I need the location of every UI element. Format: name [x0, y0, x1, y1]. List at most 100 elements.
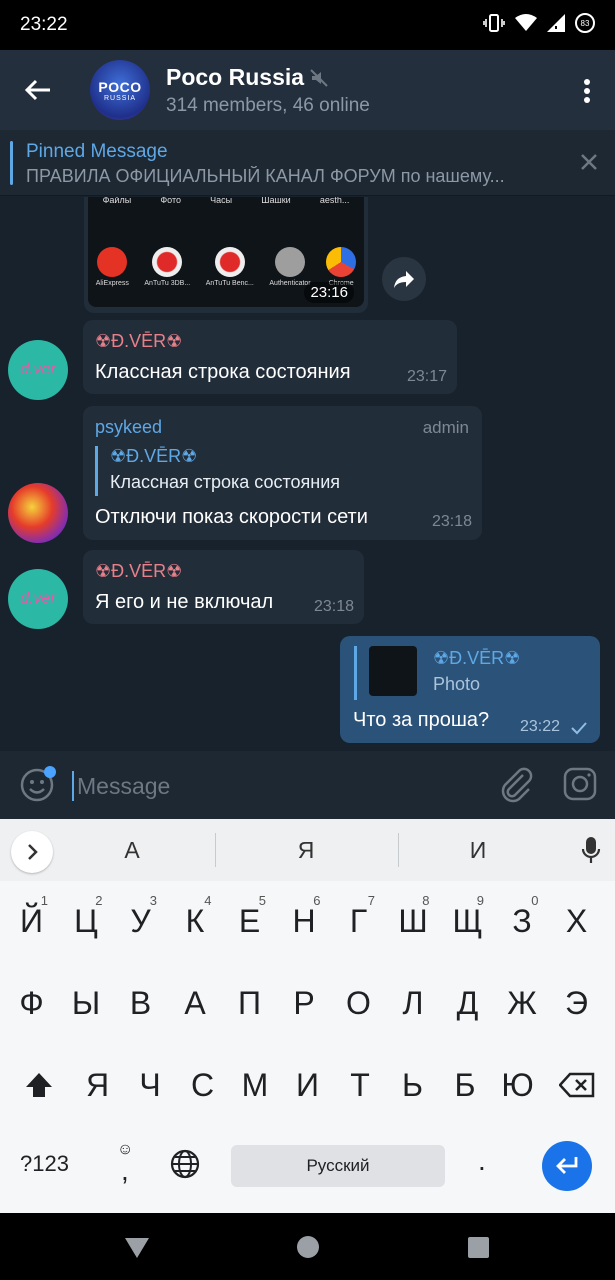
- photo-app: Authenticator: [269, 247, 311, 287]
- message-input[interactable]: Message: [77, 773, 170, 800]
- letter-key[interactable]: Я: [71, 1045, 124, 1125]
- letter-key[interactable]: Ы: [60, 963, 113, 1043]
- share-button[interactable]: [382, 257, 426, 301]
- instagram-camera-icon: [563, 767, 597, 801]
- shift-key[interactable]: [12, 1045, 65, 1125]
- sender-avatar[interactable]: [8, 483, 68, 543]
- camera-button[interactable]: [563, 767, 597, 806]
- suggestion-strip: А Я И: [0, 819, 615, 881]
- letter-key[interactable]: Г7: [332, 881, 385, 961]
- letter-key[interactable]: В: [114, 963, 167, 1043]
- letter-key[interactable]: И: [281, 1045, 334, 1125]
- more-options-button[interactable]: [583, 78, 591, 109]
- letter-key[interactable]: Ь: [386, 1045, 439, 1125]
- chat-title[interactable]: Poco Russia: [166, 64, 328, 91]
- key-number-hint: 9: [476, 893, 484, 908]
- share-arrow-icon: [394, 271, 414, 288]
- letter-key[interactable]: Ш8: [387, 881, 440, 961]
- reply-sender: ☢Đ.VĒR☢: [433, 648, 521, 668]
- reply-quote[interactable]: ☢Đ.VĒR☢ Photo: [354, 646, 584, 700]
- toolbar-expand-button[interactable]: [11, 831, 53, 873]
- nav-back-button[interactable]: [124, 1237, 150, 1264]
- letter-key[interactable]: С: [176, 1045, 229, 1125]
- letter-key[interactable]: П: [223, 963, 276, 1043]
- sender-avatar[interactable]: d.ver: [8, 569, 68, 629]
- photo-app-labels-top: Файлы Фото Часы Шашки aesth...: [88, 197, 364, 205]
- message-bubble[interactable]: ☢Đ.VĒR☢ Я его и не включал 23:18: [83, 550, 364, 624]
- letter-key[interactable]: О: [332, 963, 385, 1043]
- suggestion[interactable]: Я: [256, 837, 356, 864]
- pinned-title: Pinned Message: [26, 141, 168, 162]
- letter-key[interactable]: У3: [114, 881, 167, 961]
- comma-key[interactable]: ☺ ,: [108, 1141, 142, 1191]
- battery-level: 83: [580, 18, 590, 28]
- letter-key[interactable]: Б: [439, 1045, 492, 1125]
- message-bubble[interactable]: psykeed admin ☢Đ.VĒR☢ Классная строка со…: [83, 406, 482, 540]
- photo-message[interactable]: Файлы Фото Часы Шашки aesth... AliExpres…: [84, 197, 368, 313]
- suggestion-divider: [398, 833, 399, 867]
- key-label: С: [190, 1066, 215, 1103]
- notification-dot: [44, 766, 56, 778]
- outgoing-message-bubble[interactable]: ☢Đ.VĒR☢ Photo Что за проша? 23:22: [340, 636, 600, 743]
- letter-key[interactable]: Ф: [5, 963, 58, 1043]
- space-key[interactable]: Русский: [231, 1145, 445, 1187]
- nav-home-button[interactable]: [297, 1236, 319, 1258]
- letter-key[interactable]: Н6: [278, 881, 331, 961]
- chat-avatar[interactable]: POCO RUSSIA: [90, 60, 150, 120]
- message-time: 23:17: [406, 368, 447, 385]
- message-list[interactable]: Файлы Фото Часы Шашки aesth... AliExpres…: [0, 197, 615, 751]
- sender-avatar[interactable]: d.ver: [8, 340, 68, 400]
- vibrate-icon: [483, 14, 505, 32]
- letter-key[interactable]: Д: [441, 963, 494, 1043]
- key-label: Л: [402, 984, 424, 1021]
- letter-key[interactable]: Х: [550, 881, 603, 961]
- period-key[interactable]: .: [478, 1145, 486, 1177]
- letter-key[interactable]: Ж: [496, 963, 549, 1043]
- pinned-close-button[interactable]: [579, 152, 599, 177]
- text-cursor: [72, 771, 74, 801]
- voice-input-button[interactable]: [581, 836, 601, 869]
- message-time: 23:18: [313, 598, 354, 615]
- letter-key[interactable]: Ю: [491, 1045, 544, 1125]
- symbols-key[interactable]: ?123: [20, 1151, 69, 1177]
- key-number-hint: 3: [149, 893, 157, 908]
- key-label: Й: [20, 902, 43, 939]
- letter-key[interactable]: Т: [334, 1045, 387, 1125]
- key-row-1: Й1Ц2У3К4Е5Н6Г7Ш8Щ9З0Х: [0, 881, 615, 961]
- letter-key[interactable]: З0: [496, 881, 549, 961]
- pinned-message-bar[interactable]: Pinned Message ПРАВИЛА ОФИЦИАЛЬНЫЙ КАНАЛ…: [0, 130, 615, 196]
- sender-name: ☢Đ.VĒR☢: [95, 561, 183, 581]
- letter-key[interactable]: Л: [387, 963, 440, 1043]
- letter-key[interactable]: А: [169, 963, 222, 1043]
- message-bubble[interactable]: ☢Đ.VĒR☢ Классная строка состояния 23:17: [83, 320, 457, 394]
- aliexpress-icon: [97, 247, 128, 277]
- letter-key[interactable]: Р: [278, 963, 331, 1043]
- reply-quote[interactable]: ☢Đ.VĒR☢ Классная строка состояния: [95, 446, 465, 496]
- key-number-hint: 0: [531, 893, 539, 908]
- letter-key[interactable]: М: [229, 1045, 282, 1125]
- letter-key[interactable]: Ч: [124, 1045, 177, 1125]
- letter-key[interactable]: Й1: [5, 881, 58, 961]
- reply-text: Photo: [433, 674, 481, 694]
- enter-key[interactable]: [542, 1141, 592, 1191]
- key-label: А: [184, 984, 206, 1021]
- authenticator-icon: [275, 247, 306, 277]
- letter-key[interactable]: К4: [169, 881, 222, 961]
- letter-key[interactable]: Э: [550, 963, 603, 1043]
- reply-sender: ☢Đ.VĒR☢: [110, 446, 198, 466]
- suggestion[interactable]: А: [82, 837, 182, 864]
- letter-key[interactable]: Щ9: [441, 881, 494, 961]
- back-button[interactable]: [22, 74, 54, 111]
- letter-key[interactable]: Ц2: [60, 881, 113, 961]
- suggestion[interactable]: И: [428, 837, 528, 864]
- language-switch-key[interactable]: [170, 1149, 200, 1184]
- key-label: Щ: [452, 902, 483, 939]
- photo-app-label: aesth...: [319, 197, 350, 205]
- telegram-chat-screen: 23:22 83 POCO RUSSIA Poco Russia 314 mem…: [0, 0, 615, 1280]
- attach-button[interactable]: [499, 767, 533, 808]
- letter-key[interactable]: Е5: [223, 881, 276, 961]
- backspace-key[interactable]: [550, 1045, 603, 1125]
- key-label: Б: [454, 1066, 476, 1103]
- nav-recents-button[interactable]: [468, 1237, 489, 1258]
- photo-app-label: Файлы: [102, 197, 132, 205]
